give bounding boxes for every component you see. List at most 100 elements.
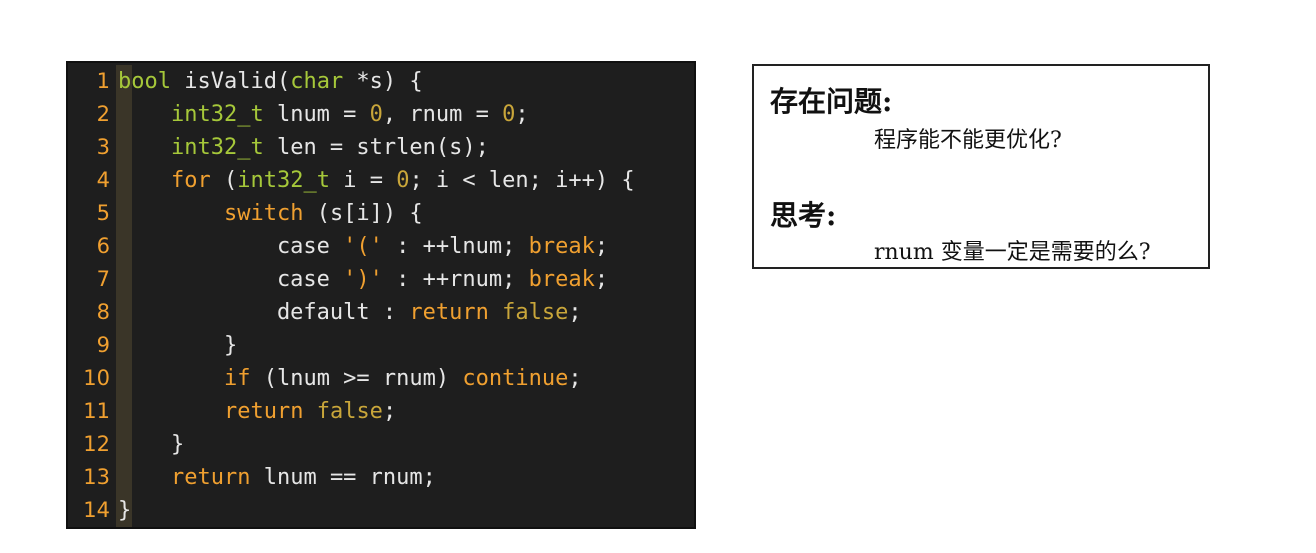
code-token: 0 <box>502 102 516 127</box>
code-editor[interactable]: 1 bool isValid(char *s) {2 int32_t lnum =… <box>66 61 696 529</box>
line-number: 11 <box>83 399 110 423</box>
line-number: 10 <box>83 366 110 390</box>
code-token: i = <box>329 168 397 193</box>
line-number: 12 <box>83 432 110 456</box>
code-text: bool isValid(char *s) { <box>118 65 423 98</box>
code-token: } <box>118 333 238 358</box>
code-text: int32_t len = strlen(s); <box>118 131 489 164</box>
code-token: ; <box>382 399 397 424</box>
code-line[interactable]: 12 } <box>68 428 694 461</box>
code-text: case ')' : ++rnum; break; <box>118 263 608 296</box>
code-token: ; <box>568 300 582 325</box>
line-number: 9 <box>96 333 110 357</box>
code-text: switch (s[i]) { <box>118 197 423 230</box>
code-token: ; <box>594 267 609 292</box>
line-number: 1 <box>96 69 110 93</box>
line-number: 2 <box>96 102 110 126</box>
code-text: default : return false; <box>118 296 582 329</box>
line-number: 3 <box>96 135 110 159</box>
code-text: } <box>118 494 131 527</box>
code-text: if (lnum >= rnum) continue; <box>118 362 582 395</box>
code-token: , rnum = <box>382 102 503 127</box>
line-number: 7 <box>96 267 110 291</box>
code-text: for (int32_t i = 0; i < len; i++) { <box>118 164 635 197</box>
code-token: ; <box>594 234 609 259</box>
code-token: bool <box>118 69 171 94</box>
code-text: } <box>118 329 237 362</box>
line-number: 13 <box>83 465 110 489</box>
code-token: (s[i]) { <box>303 201 423 226</box>
code-line[interactable]: 13 return lnum == rnum; <box>68 461 694 494</box>
code-token: (lnum >= rnum) <box>250 366 463 391</box>
notes-body-think: rnum 变量一定是需要的么? <box>874 240 1151 265</box>
notes-box: 存在问题: 程序能不能更优化? 思考: rnum 变量一定是需要的么? <box>752 64 1210 269</box>
code-token: case <box>118 234 344 259</box>
code-token: ; i < len; i++) { <box>409 168 635 193</box>
code-text: int32_t lnum = 0, rnum = 0; <box>118 98 529 131</box>
code-token: if <box>223 366 251 391</box>
code-line[interactable]: 3 int32_t len = strlen(s); <box>68 131 694 164</box>
line-number: 4 <box>96 168 110 192</box>
code-line[interactable]: 4 for (int32_t i = 0; i < len; i++) { <box>68 164 694 197</box>
code-line[interactable]: 10 if (lnum >= rnum) continue; <box>68 362 694 395</box>
code-text: } <box>118 428 184 461</box>
code-token: ; <box>568 366 582 391</box>
code-text: case '(' : ++lnum; break; <box>118 230 608 263</box>
code-token: : ++rnum; <box>382 267 529 292</box>
code-line[interactable]: 7 case ')' : ++rnum; break; <box>68 263 694 296</box>
code-line[interactable]: 5 switch (s[i]) { <box>68 197 694 230</box>
code-token: 0 <box>369 102 383 127</box>
line-number: 14 <box>83 498 110 522</box>
code-line[interactable]: 2 int32_t lnum = 0, rnum = 0; <box>68 98 694 131</box>
code-token: ( <box>210 168 238 193</box>
code-token: } <box>118 498 132 523</box>
code-token: *s) { <box>343 69 423 94</box>
code-line[interactable]: 8 default : return false; <box>68 296 694 329</box>
code-line[interactable]: 9 } <box>68 329 694 362</box>
code-token: continue <box>462 366 569 391</box>
code-line[interactable]: 6 case '(' : ++lnum; break; <box>68 230 694 263</box>
notes-body-question: 程序能不能更优化? <box>874 128 1062 153</box>
code-token: isValid( <box>170 69 291 94</box>
code-token: break <box>528 234 595 259</box>
code-token: int32_t <box>170 102 264 127</box>
code-token: char <box>290 69 344 94</box>
code-token: ; <box>515 102 529 127</box>
code-token: ')' <box>343 267 383 292</box>
code-token: false <box>316 399 383 424</box>
code-token: return <box>223 399 304 424</box>
code-token: false <box>502 300 569 325</box>
code-token: int32_t <box>170 135 264 160</box>
code-token: lnum == rnum; <box>250 465 436 490</box>
code-token: : ++lnum; <box>382 234 529 259</box>
code-token: for <box>170 168 211 193</box>
notes-heading-think: 思考: <box>770 199 837 232</box>
code-line[interactable]: 14} <box>68 494 694 527</box>
code-line[interactable]: 11 return false; <box>68 395 694 428</box>
code-text: return lnum == rnum; <box>118 461 436 494</box>
code-token: int32_t <box>237 168 330 193</box>
line-number: 6 <box>96 234 110 258</box>
code-token: case <box>118 267 344 292</box>
code-token: } <box>118 432 185 457</box>
code-token: break <box>528 267 595 292</box>
code-token: '(' <box>343 234 383 259</box>
line-number: 5 <box>96 201 110 225</box>
code-token: switch <box>223 201 304 226</box>
line-number: 8 <box>96 300 110 324</box>
code-line[interactable]: 1 bool isValid(char *s) { <box>68 65 694 98</box>
code-token: return <box>170 465 251 490</box>
notes-heading-problem: 存在问题: <box>770 85 893 118</box>
code-token: default : <box>118 300 410 325</box>
code-token: return <box>409 300 489 325</box>
code-token: lnum = <box>263 102 370 127</box>
code-text: return false; <box>118 395 396 428</box>
